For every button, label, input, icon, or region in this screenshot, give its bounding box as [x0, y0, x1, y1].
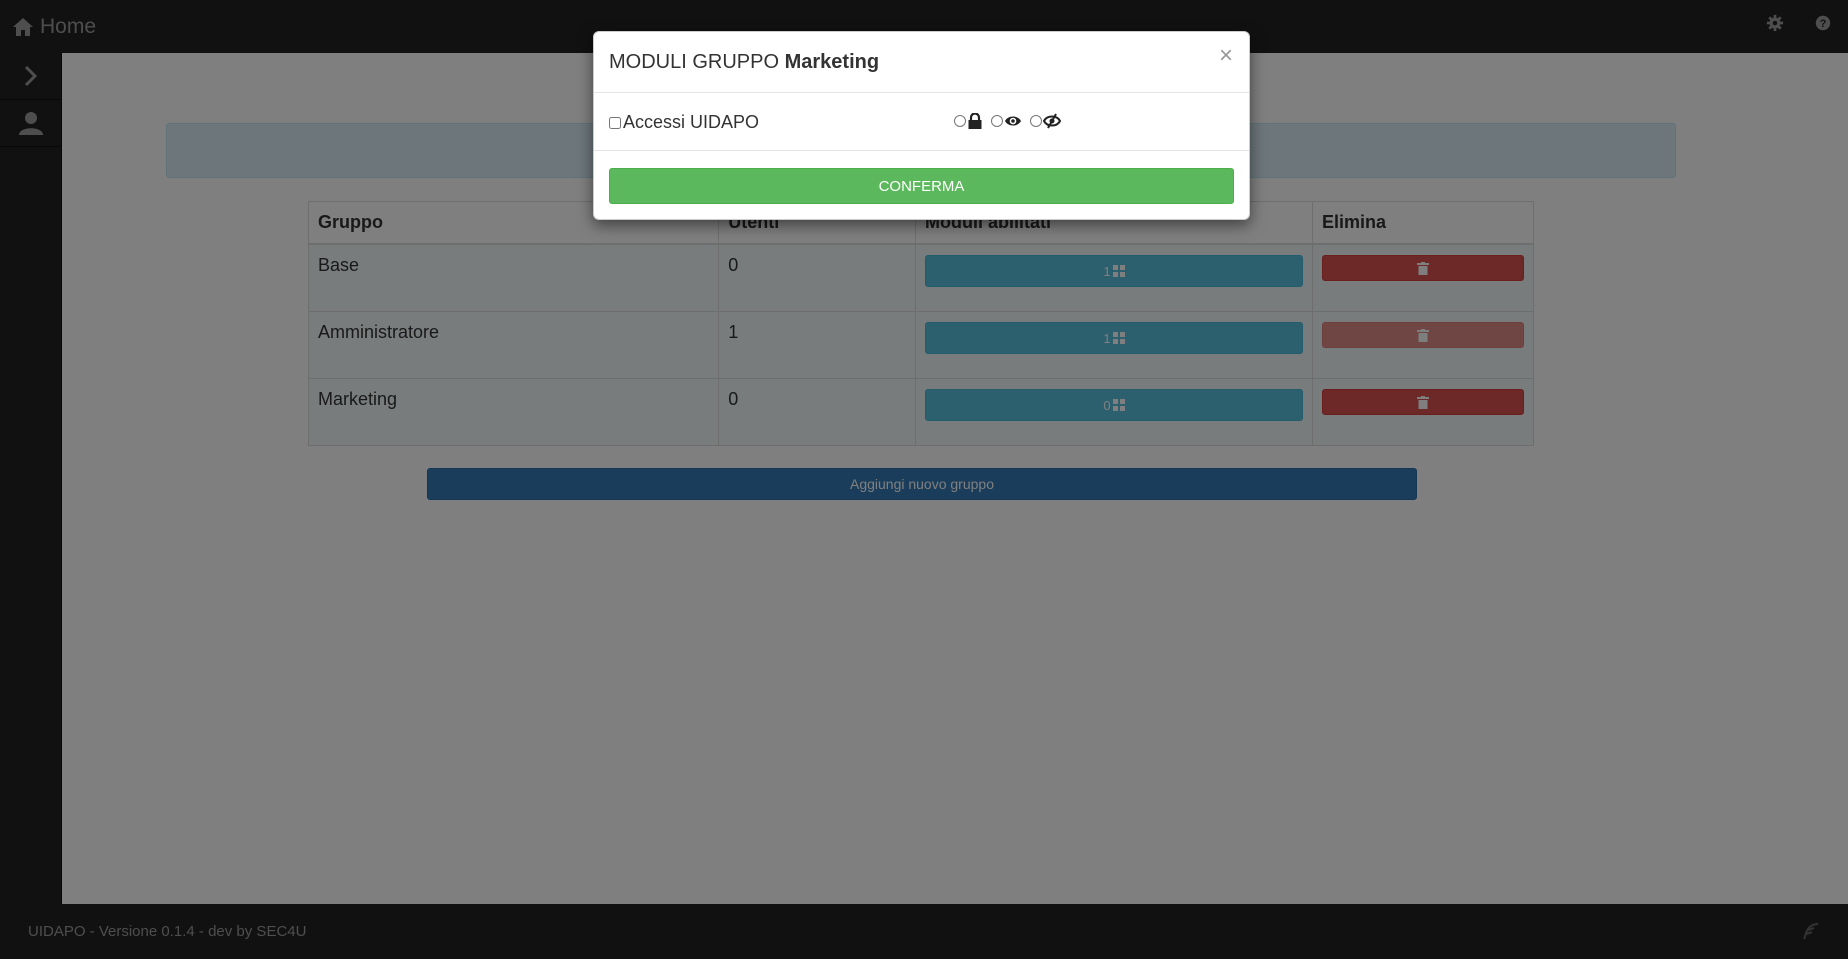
eye-slash-icon	[1043, 113, 1061, 129]
permission-option-hidden[interactable]	[1030, 113, 1061, 129]
modal-title-group: Marketing	[784, 51, 880, 73]
eye-icon	[1005, 116, 1021, 126]
modal-header: MODULI GRUPPO Marketing ×	[594, 32, 1249, 93]
permission-option-lock[interactable]	[954, 113, 983, 129]
radio-view[interactable]	[991, 115, 1003, 127]
modal-title-prefix: MODULI GRUPPO	[609, 51, 780, 73]
radio-hidden[interactable]	[1030, 115, 1042, 127]
modal-body: Accessi UIDAPO	[594, 93, 1249, 151]
modal-title: MODULI GRUPPO Marketing	[609, 51, 879, 74]
close-icon[interactable]: ×	[1219, 44, 1233, 68]
module-checkbox[interactable]	[609, 116, 621, 129]
confirm-button[interactable]: CONFERMA	[609, 168, 1234, 204]
modules-modal: MODULI GRUPPO Marketing × Accessi UIDAPO	[593, 31, 1250, 220]
module-label: Accessi UIDAPO	[623, 112, 760, 132]
permission-options	[954, 113, 1061, 129]
permission-option-view[interactable]	[991, 114, 1022, 128]
module-checkbox-label[interactable]: Accessi UIDAPO	[609, 112, 759, 133]
radio-lock[interactable]	[954, 115, 966, 127]
lock-icon	[968, 113, 982, 129]
